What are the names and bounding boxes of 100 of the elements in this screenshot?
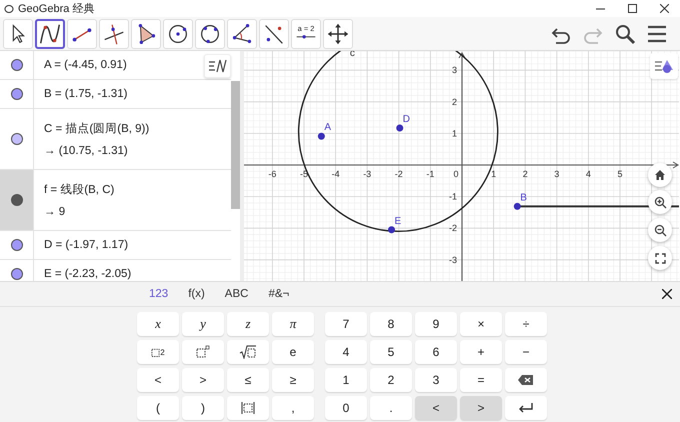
undo-icon bbox=[552, 28, 570, 44]
algebra-view-icon bbox=[208, 59, 228, 73]
definition-text: E = (-2.23, -2.05) bbox=[44, 268, 132, 280]
circle-icon bbox=[169, 24, 187, 42]
backspace-key[interactable] bbox=[505, 368, 547, 392]
definition-text: B = (1.75, -1.31) bbox=[44, 88, 128, 100]
keyboard-key[interactable]: 5 bbox=[370, 340, 412, 364]
keyboard-key[interactable]: 8 bbox=[370, 312, 412, 336]
keyboard-key[interactable]: e bbox=[272, 340, 314, 364]
keyboard-tab[interactable]: f(x) bbox=[181, 286, 212, 302]
definition-text: D = (-1.97, 1.17) bbox=[44, 239, 128, 251]
zoom-out-button[interactable] bbox=[648, 218, 672, 242]
menu-icon bbox=[646, 25, 668, 42]
visibility-dot[interactable] bbox=[10, 88, 22, 100]
axis-tick-label: 1 bbox=[491, 169, 496, 179]
square-root-icon bbox=[239, 345, 257, 359]
keyboard-key[interactable]: 2 bbox=[370, 368, 412, 392]
axis-tick-label: -6 bbox=[268, 169, 276, 179]
zoom-out-icon bbox=[654, 224, 666, 236]
power-key[interactable] bbox=[182, 340, 224, 364]
home-button[interactable] bbox=[648, 163, 672, 187]
point-marker bbox=[388, 226, 396, 234]
circle-icon bbox=[201, 24, 219, 43]
definition-text: A = (-4.45, 0.91) bbox=[44, 59, 127, 71]
definition-text: f = 线段(B, C) bbox=[44, 182, 114, 197]
keyboard-key[interactable]: x bbox=[137, 312, 179, 336]
keyboard-key[interactable]: = bbox=[460, 368, 502, 392]
keyboard-key[interactable]: . bbox=[370, 396, 412, 420]
keyboard-key[interactable]: , bbox=[272, 396, 314, 420]
axis-tick-label: 1 bbox=[452, 128, 457, 138]
zoom-in-icon bbox=[654, 196, 666, 208]
keyboard-key[interactable]: − bbox=[505, 340, 547, 364]
keyboard-key[interactable]: 9 bbox=[415, 312, 457, 336]
axis-tick-label: 3 bbox=[554, 169, 560, 179]
close-icon bbox=[660, 4, 668, 13]
visibility-dot[interactable] bbox=[10, 59, 22, 71]
algebra-row[interactable]: f = 线段(B, C) → 9 bbox=[0, 170, 231, 231]
point-label: B bbox=[520, 192, 527, 204]
keyboard-key[interactable]: < bbox=[137, 368, 179, 392]
visibility-dot[interactable] bbox=[10, 194, 22, 206]
keyboard-key[interactable]: > bbox=[182, 368, 224, 392]
segment-icon bbox=[72, 28, 92, 41]
keyboard-tab[interactable]: ABC bbox=[218, 286, 256, 302]
point-label: E bbox=[394, 216, 402, 227]
axis-tick-label: -1 bbox=[426, 169, 434, 179]
keyboard-key[interactable]: 4 bbox=[325, 340, 367, 364]
visibility-dot[interactable] bbox=[10, 268, 22, 280]
cursor-key[interactable]: > bbox=[460, 396, 502, 420]
keyboard-key[interactable]: y bbox=[182, 312, 224, 336]
keyboard-key[interactable]: ÷ bbox=[505, 312, 547, 336]
tool-button[interactable] bbox=[35, 18, 65, 48]
keyboard-key[interactable]: ) bbox=[182, 396, 224, 420]
axis-tick-label: 4 bbox=[586, 169, 591, 179]
keyboard-key[interactable]: 7 bbox=[325, 312, 367, 336]
zoom-in-button[interactable] bbox=[648, 190, 672, 214]
algebra-row[interactable]: A = (-4.45, 0.91) bbox=[0, 51, 231, 80]
square-key[interactable]: 2 bbox=[137, 340, 179, 364]
keyboard-key[interactable]: z bbox=[227, 312, 269, 336]
visibility-dot[interactable] bbox=[10, 133, 22, 145]
axis-tick-label: 5 bbox=[618, 169, 622, 179]
reflection-icon bbox=[265, 24, 283, 44]
algebra-row[interactable]: D = (-1.97, 1.17) bbox=[0, 231, 231, 260]
axis-tick-label: -3 bbox=[363, 169, 372, 179]
axis-tick-label: -5 bbox=[300, 169, 308, 179]
fullscreen-icon bbox=[654, 252, 666, 264]
maximize-icon bbox=[628, 4, 636, 13]
value-text: → 9 bbox=[44, 206, 66, 218]
algebra-row[interactable]: B = (1.75, -1.31) bbox=[0, 80, 231, 109]
fullscreen-button[interactable] bbox=[648, 246, 672, 270]
enter-key[interactable] bbox=[505, 396, 547, 420]
absolute-value-key[interactable] bbox=[227, 396, 269, 420]
keyboard-key[interactable]: 1 bbox=[325, 368, 367, 392]
axis-tick-label: 0 bbox=[454, 169, 458, 179]
keyboard-tab[interactable]: 123 bbox=[142, 286, 176, 302]
keyboard-key[interactable]: ≤ bbox=[227, 368, 269, 392]
point-marker bbox=[396, 124, 404, 132]
keyboard-tab[interactable]: #&¬ bbox=[261, 286, 296, 302]
keyboard-key[interactable]: × bbox=[460, 312, 502, 336]
keyboard-key[interactable]: + bbox=[460, 340, 502, 364]
scrollbar[interactable] bbox=[231, 81, 240, 209]
axis-tick-label: -2 bbox=[448, 223, 457, 234]
axis-tick-label: 3 bbox=[452, 65, 457, 76]
cursor-key[interactable]: < bbox=[415, 396, 457, 420]
style-bar-toggle[interactable] bbox=[650, 53, 678, 79]
keyboard-key[interactable]: π bbox=[272, 312, 314, 336]
keyboard-key[interactable]: ( bbox=[137, 396, 179, 420]
power-icon bbox=[194, 345, 212, 359]
point-label: D bbox=[402, 114, 410, 126]
keyboard-key[interactable]: 6 bbox=[415, 340, 457, 364]
algebra-toggle-button[interactable] bbox=[204, 54, 231, 78]
keyboard-key[interactable]: ≥ bbox=[272, 368, 314, 392]
redo-icon bbox=[584, 28, 602, 44]
axis-tick-label: -3 bbox=[448, 254, 457, 265]
curve-icon bbox=[40, 24, 60, 43]
app-logo-icon bbox=[4, 4, 14, 14]
angle-icon bbox=[232, 23, 252, 43]
keyboard-key[interactable]: 0 bbox=[325, 396, 367, 420]
square-root-key[interactable] bbox=[227, 340, 269, 364]
visibility-dot[interactable] bbox=[10, 239, 22, 251]
keyboard-key[interactable]: 3 bbox=[415, 368, 457, 392]
